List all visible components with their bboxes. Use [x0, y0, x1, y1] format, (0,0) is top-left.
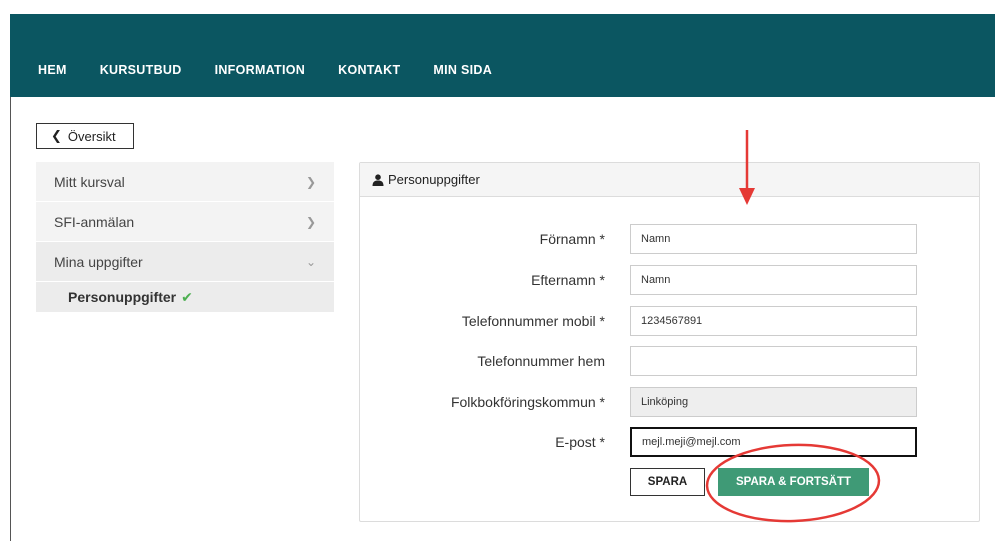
sidebar-item-label: SFI-anmälan: [54, 213, 135, 230]
nav-item-information[interactable]: INFORMATION: [215, 63, 306, 77]
telefon-mobil-label: Telefonnummer mobil *: [461, 313, 605, 329]
page-left-border: [10, 97, 11, 541]
panel-title: Personuppgifter: [388, 172, 480, 187]
back-to-overview-button[interactable]: ❮ Översikt: [36, 123, 134, 149]
folkbokforingskommun-label: Folkbokföringskommun *: [450, 394, 605, 410]
save-and-continue-button[interactable]: SPARA & FORTSÄTT: [718, 468, 869, 496]
nav-menu: HEM KURSUTBUD INFORMATION KONTAKT MIN SI…: [38, 63, 525, 77]
field-row-epost: E-post * mejl.meji@mejl.com: [360, 427, 979, 457]
check-icon: ✔: [181, 288, 193, 305]
nav-item-kontakt[interactable]: KONTAKT: [338, 63, 400, 77]
chevron-left-icon: ❮: [51, 128, 62, 143]
field-row-telefon-hem: Telefonnummer hem: [360, 346, 979, 376]
chevron-down-icon: ⌄: [305, 254, 316, 269]
field-row-fornamn: Förnamn * Namn: [360, 224, 979, 254]
sidebar-subitem-label: Personuppgifter: [68, 289, 177, 305]
user-icon: [372, 173, 384, 186]
field-row-folkbokforingskommun: Folkbokföringskommun * Linköping: [360, 387, 979, 417]
sidebar-subitem-personuppgifter[interactable]: Personuppgifter ✔: [36, 282, 334, 312]
telefon-mobil-input[interactable]: 1234567891: [630, 306, 917, 336]
personal-info-panel: Personuppgifter Förnamn * Namn Efternamn…: [359, 162, 980, 522]
efternamn-label: Efternamn *: [531, 272, 605, 288]
nav-item-hem[interactable]: HEM: [38, 63, 67, 77]
nav-item-min-sida[interactable]: MIN SIDA: [433, 63, 492, 77]
sidebar-item-label: Mina uppgifter: [54, 253, 143, 270]
sidebar-item-label: Mitt kursval: [54, 173, 125, 190]
panel-header: Personuppgifter: [360, 163, 979, 197]
telefon-hem-label: Telefonnummer hem: [477, 353, 605, 369]
sidebar-item-mina-uppgifter[interactable]: Mina uppgifter ⌄: [36, 242, 334, 282]
sidebar-item-mitt-kursval[interactable]: Mitt kursval ❯: [36, 162, 334, 202]
field-row-telefon-mobil: Telefonnummer mobil * 1234567891: [360, 306, 979, 336]
top-navbar: HEM KURSUTBUD INFORMATION KONTAKT MIN SI…: [10, 14, 995, 97]
efternamn-input[interactable]: Namn: [630, 265, 917, 295]
chevron-right-icon: ❯: [305, 174, 316, 189]
field-row-efternamn: Efternamn * Namn: [360, 265, 979, 295]
telefon-hem-input[interactable]: [630, 346, 917, 376]
epost-label: E-post *: [555, 434, 605, 450]
folkbokforingskommun-field: Linköping: [630, 387, 917, 417]
sidebar: Mitt kursval ❯ SFI-anmälan ❯ Mina uppgif…: [36, 162, 334, 312]
fornamn-label: Förnamn *: [539, 231, 605, 247]
back-button-label: Översikt: [67, 128, 116, 144]
fornamn-input[interactable]: Namn: [630, 224, 917, 254]
epost-input[interactable]: mejl.meji@mejl.com: [630, 427, 917, 457]
save-button[interactable]: SPARA: [630, 468, 705, 496]
nav-item-kursutbud[interactable]: KURSUTBUD: [100, 63, 182, 77]
sidebar-item-sfi-anmalan[interactable]: SFI-anmälan ❯: [36, 202, 334, 242]
chevron-right-icon: ❯: [305, 214, 316, 229]
